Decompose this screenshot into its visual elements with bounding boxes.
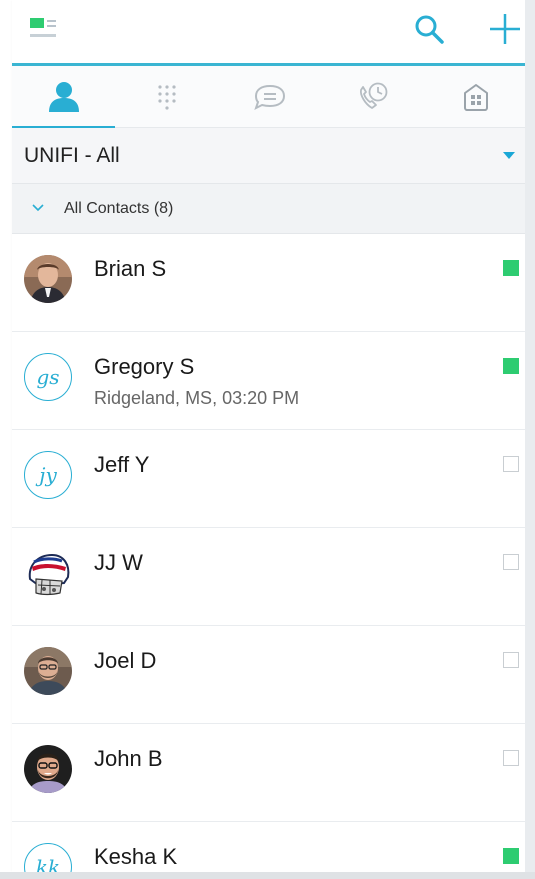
avatar: jy bbox=[24, 451, 72, 499]
dialpad-icon bbox=[157, 85, 176, 110]
menu-icon-line bbox=[47, 25, 56, 27]
building-icon bbox=[463, 84, 488, 111]
search-icon[interactable] bbox=[414, 14, 444, 44]
presence-offline-icon bbox=[503, 456, 519, 472]
contact-row[interactable]: kk Kesha K bbox=[12, 822, 527, 872]
presence-offline-icon bbox=[503, 554, 519, 570]
contact-subtitle: Ridgeland, MS, 03:20 PM bbox=[94, 388, 300, 408]
avatar bbox=[24, 255, 72, 303]
presence-online-icon bbox=[503, 848, 519, 864]
group-selector-label: UNIFI - All bbox=[24, 144, 120, 167]
plus-icon[interactable] bbox=[488, 12, 522, 46]
contact-name: Kesha K bbox=[94, 844, 178, 869]
presence-offline-icon bbox=[503, 652, 519, 668]
contact-row[interactable]: jy Jeff Y bbox=[12, 430, 527, 528]
avatar bbox=[24, 647, 72, 695]
contact-name: Gregory S bbox=[94, 354, 195, 379]
chevron-down-icon bbox=[32, 204, 44, 212]
contact-name: JJ W bbox=[94, 550, 143, 575]
screen-edge bbox=[0, 872, 535, 879]
contact-name: Joel D bbox=[94, 648, 157, 673]
menu-icon-line bbox=[47, 20, 56, 22]
group-selector[interactable]: UNIFI - All bbox=[12, 128, 527, 184]
contact-row[interactable]: Joel D bbox=[12, 626, 527, 724]
tab-dialpad[interactable] bbox=[115, 66, 218, 128]
contact-row[interactable]: John B bbox=[12, 724, 527, 822]
menu-icon[interactable] bbox=[30, 18, 56, 40]
avatar: gs bbox=[24, 353, 72, 401]
screen: UNIFI - All All Contacts (8) Brian S gs … bbox=[0, 0, 535, 879]
contact-row[interactable]: JJ W bbox=[12, 528, 527, 626]
presence-offline-icon bbox=[503, 750, 519, 766]
contact-list: Brian S gs Gregory S Ridgeland, MS, 03:2… bbox=[12, 234, 527, 872]
tab-directory[interactable] bbox=[424, 66, 527, 128]
screen-edge bbox=[525, 0, 535, 879]
presence-online-icon bbox=[503, 260, 519, 276]
tab-history[interactable] bbox=[321, 66, 424, 128]
menu-icon-square bbox=[30, 18, 44, 28]
presence-online-icon bbox=[503, 358, 519, 374]
contact-row[interactable]: gs Gregory S Ridgeland, MS, 03:20 PM bbox=[12, 332, 527, 430]
menu-icon-line bbox=[30, 34, 56, 37]
contact-name: Brian S bbox=[94, 256, 167, 281]
contacts-app: UNIFI - All All Contacts (8) Brian S gs … bbox=[12, 0, 527, 872]
tab-bar bbox=[12, 66, 527, 129]
contact-name: John B bbox=[94, 746, 163, 771]
person-icon bbox=[48, 82, 79, 112]
top-bar bbox=[12, 0, 527, 66]
contact-row[interactable]: Brian S bbox=[12, 234, 527, 332]
tab-contacts[interactable] bbox=[12, 66, 115, 129]
tab-chat[interactable] bbox=[218, 66, 321, 128]
section-title: All Contacts (8) bbox=[64, 200, 174, 217]
avatar bbox=[24, 745, 72, 793]
contact-name: Jeff Y bbox=[94, 452, 150, 477]
contacts-section-header[interactable]: All Contacts (8) bbox=[12, 184, 527, 234]
phone-clock-icon bbox=[359, 82, 387, 109]
chat-bubble-icon bbox=[253, 84, 285, 110]
caret-down-icon bbox=[503, 152, 515, 159]
avatar bbox=[24, 549, 72, 597]
avatar: kk bbox=[24, 843, 72, 872]
